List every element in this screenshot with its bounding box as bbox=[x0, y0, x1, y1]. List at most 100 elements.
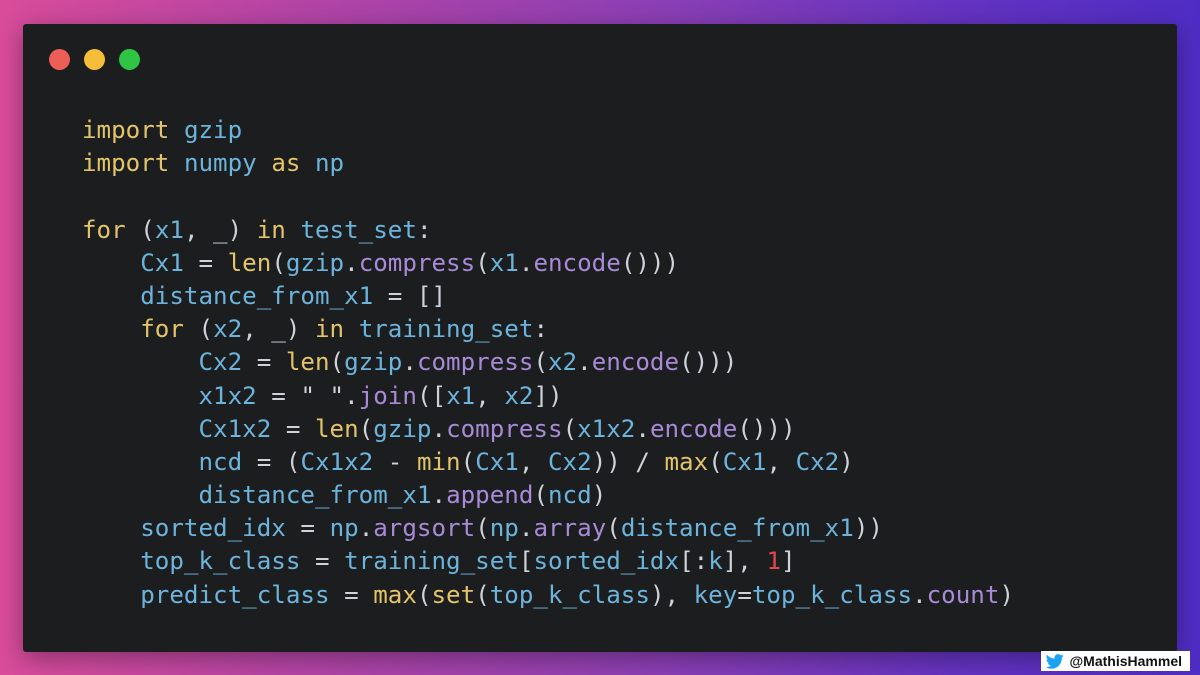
code-token: encode bbox=[591, 348, 680, 377]
code-token: ( bbox=[271, 248, 286, 277]
author-credit: @MathisHammel bbox=[1040, 651, 1190, 671]
code-line: top_k_class = training_set[sorted_idx[:k… bbox=[82, 545, 1014, 578]
code-token: 1 bbox=[766, 547, 781, 576]
code-token: encode bbox=[649, 414, 738, 443]
code-token: = bbox=[285, 514, 330, 543]
code-token: sorted_idx bbox=[140, 514, 286, 543]
code-token: = bbox=[256, 381, 301, 410]
code-token: . bbox=[431, 414, 447, 443]
code-token: ( bbox=[460, 447, 476, 476]
code-token: ( bbox=[562, 414, 578, 443]
code-token: in bbox=[256, 215, 286, 244]
code-token: Cx1 bbox=[140, 248, 184, 277]
code-token: x1 bbox=[446, 381, 476, 410]
zoom-dot-icon[interactable] bbox=[119, 49, 140, 70]
code-token: top_k_class bbox=[489, 580, 650, 609]
code-token: x1x2 bbox=[198, 381, 257, 410]
code-token: Cx2 bbox=[548, 447, 592, 476]
code-token: ( bbox=[475, 514, 490, 543]
code-token: training_set bbox=[344, 547, 519, 576]
code-token: ncd bbox=[548, 481, 592, 510]
code-token: ( bbox=[533, 348, 548, 377]
code-line: for (x1, _) in test_set: bbox=[82, 214, 1014, 247]
code-token: in bbox=[315, 315, 345, 344]
minimize-dot-icon[interactable] bbox=[84, 49, 105, 70]
code-token: , _) bbox=[242, 315, 315, 344]
code-token: compress bbox=[416, 348, 534, 377]
code-token: key bbox=[693, 580, 738, 609]
code-token: numpy bbox=[183, 149, 257, 178]
code-token: distance_from_x1 bbox=[140, 281, 374, 310]
code-block: import gzipimport numpy as np​for (x1, _… bbox=[82, 114, 1014, 612]
code-token: x2 bbox=[504, 381, 534, 410]
code-token: ( bbox=[125, 215, 155, 244]
code-token: . bbox=[344, 381, 359, 410]
code-token: ())) bbox=[620, 248, 680, 277]
code-token: gzip bbox=[344, 348, 403, 377]
code-line: predict_class = max(set(top_k_class), ke… bbox=[82, 579, 1014, 612]
code-token: x1 bbox=[154, 215, 184, 244]
code-token: ( bbox=[606, 514, 621, 543]
code-token: import bbox=[82, 116, 170, 144]
code-token: = bbox=[300, 547, 345, 576]
code-token: , bbox=[518, 447, 548, 476]
code-token: np bbox=[329, 514, 359, 543]
code-token: , _) bbox=[183, 215, 257, 244]
code-token: , bbox=[766, 447, 796, 476]
code-token: = ( bbox=[242, 447, 301, 476]
code-token: . bbox=[344, 248, 359, 277]
code-token: distance_from_x1 bbox=[620, 514, 854, 543]
close-dot-icon[interactable] bbox=[49, 49, 70, 70]
code-token: join bbox=[358, 381, 417, 410]
code-token: : bbox=[416, 215, 432, 244]
code-token: - bbox=[373, 447, 417, 476]
code-token: ncd bbox=[198, 447, 243, 476]
code-token: , bbox=[475, 381, 505, 410]
code-token: x1 bbox=[489, 248, 519, 277]
code-token: predict_class bbox=[140, 580, 330, 609]
code-token: = bbox=[183, 248, 228, 277]
code-token: set bbox=[431, 580, 476, 609]
code-token: import bbox=[82, 149, 170, 178]
code-token: Cx2 bbox=[198, 348, 243, 377]
code-line: sorted_idx = np.argsort(np.array(distanc… bbox=[82, 512, 1014, 545]
code-token: len bbox=[227, 248, 272, 277]
code-token: = bbox=[242, 348, 286, 377]
twitter-bird-icon bbox=[1045, 653, 1064, 669]
traffic-lights bbox=[49, 49, 140, 70]
code-token: : bbox=[533, 315, 548, 344]
code-token: x2 bbox=[213, 315, 243, 344]
code-token: training_set bbox=[358, 315, 534, 344]
code-token: for bbox=[82, 215, 126, 244]
code-token: ( bbox=[475, 580, 490, 609]
code-token: max bbox=[373, 580, 417, 609]
code-token: ( bbox=[533, 481, 548, 510]
code-token: ())) bbox=[679, 348, 738, 377]
code-token: = bbox=[737, 580, 752, 609]
code-token: ) bbox=[591, 481, 607, 510]
code-token: [ bbox=[518, 547, 534, 576]
code-line: ncd = (Cx1x2 - min(Cx1, Cx2)) / max(Cx1,… bbox=[82, 446, 1014, 479]
code-token: append bbox=[446, 481, 534, 510]
code-token: ], bbox=[722, 547, 767, 576]
code-token: argsort bbox=[373, 514, 476, 543]
code-token: compress bbox=[358, 248, 476, 277]
code-token: ( bbox=[416, 580, 432, 609]
code-token: ( bbox=[329, 348, 345, 377]
code-token: len bbox=[285, 348, 330, 377]
code-token: gzip bbox=[285, 248, 345, 277]
code-token: = bbox=[271, 414, 315, 443]
code-token: top_k_class bbox=[140, 547, 301, 576]
code-token: . bbox=[518, 248, 534, 277]
code-line: Cx2 = len(gzip.compress(x2.encode())) bbox=[82, 346, 1014, 379]
